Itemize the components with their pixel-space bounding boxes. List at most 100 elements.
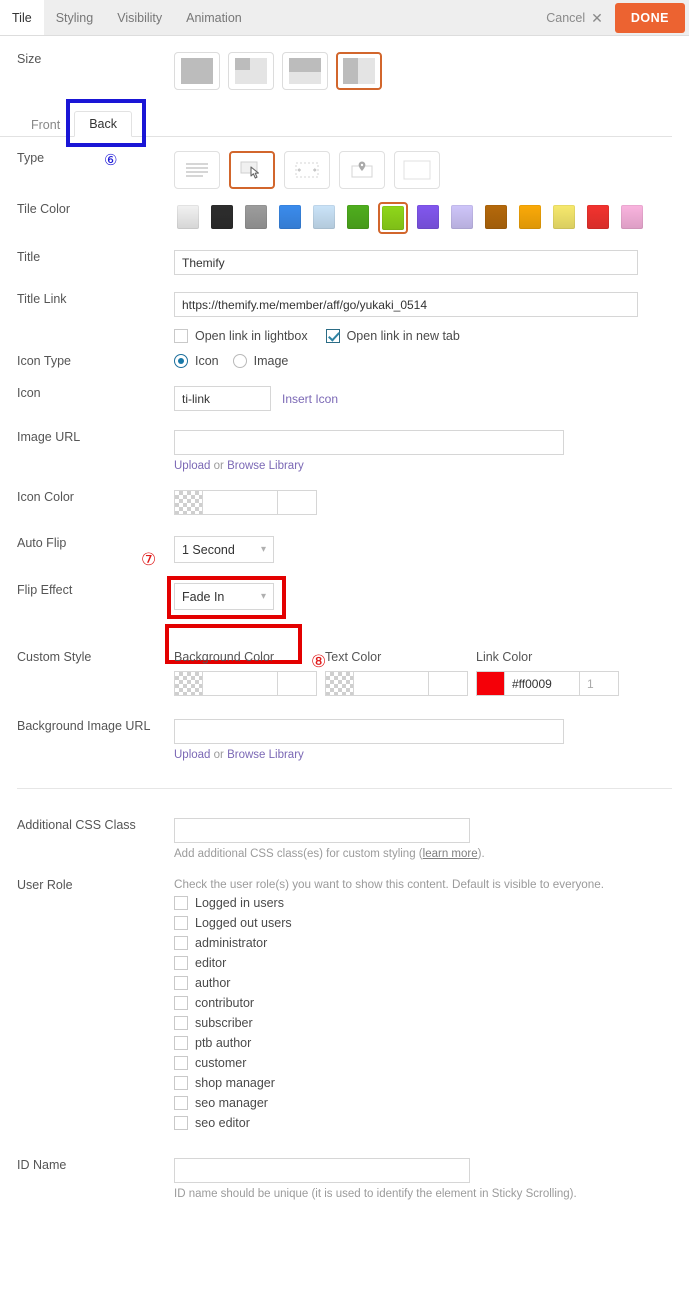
user-role-checkbox-1[interactable]	[174, 916, 188, 930]
size-option-quarter[interactable]	[228, 52, 274, 90]
open-in-new-tab-row[interactable]: Open link in new tab	[325, 329, 460, 343]
user-role-item[interactable]: customer	[174, 1056, 689, 1070]
open-in-lightbox-row[interactable]: Open link in lightbox	[174, 329, 308, 343]
icon-color-swatch[interactable]	[175, 491, 203, 514]
type-option-slider[interactable]	[284, 151, 330, 189]
icon-radio[interactable]	[174, 354, 188, 368]
tab-animation[interactable]: Animation	[174, 0, 254, 35]
user-role-checkbox-7[interactable]	[174, 1036, 188, 1050]
icon-type-option-image[interactable]: Image	[232, 354, 288, 368]
user-role-item[interactable]: contributor	[174, 996, 689, 1010]
tile-color-swatch-6[interactable]	[378, 202, 408, 234]
tile-color-swatch-9[interactable]	[482, 202, 510, 234]
face-tab-back[interactable]: Back	[74, 111, 132, 137]
background-image-url-input[interactable]	[174, 719, 564, 744]
id-name-input[interactable]	[174, 1158, 470, 1183]
cancel-button[interactable]: Cancel ✕	[534, 11, 615, 25]
user-role-checkbox-label: subscriber	[195, 1016, 253, 1030]
tab-styling[interactable]: Styling	[44, 0, 106, 35]
learn-more-link[interactable]: learn more	[423, 848, 478, 860]
user-role-item[interactable]: administrator	[174, 936, 689, 950]
browse-library-link[interactable]: Browse Library	[227, 749, 304, 761]
icon-color-hex[interactable]	[203, 491, 278, 514]
user-role-item[interactable]: editor	[174, 956, 689, 970]
type-option-button[interactable]	[229, 151, 275, 189]
link-color-picker[interactable]: #ff0009 1	[476, 671, 619, 696]
title-input[interactable]	[174, 250, 638, 275]
tile-color-swatch-5[interactable]	[344, 202, 372, 234]
type-option-text[interactable]	[174, 151, 220, 189]
tile-color-swatch-13[interactable]	[618, 202, 646, 234]
user-role-checkbox-8[interactable]	[174, 1056, 188, 1070]
user-role-item[interactable]: ptb author	[174, 1036, 689, 1050]
tile-color-swatch-0[interactable]	[174, 202, 202, 234]
link-color-hex[interactable]: #ff0009	[505, 672, 580, 695]
size-option-full[interactable]	[174, 52, 220, 90]
user-role-item[interactable]: seo manager	[174, 1096, 689, 1110]
icon-color-opacity[interactable]	[278, 491, 316, 514]
open-in-new-tab-label: Open link in new tab	[346, 329, 460, 343]
user-role-checkbox-5[interactable]	[174, 996, 188, 1010]
user-role-checkbox-4[interactable]	[174, 976, 188, 990]
text-color-swatch[interactable]	[326, 672, 354, 695]
upload-link[interactable]: Upload	[174, 460, 210, 472]
background-color-opacity[interactable]	[278, 672, 316, 695]
close-x-icon[interactable]: ✕	[591, 11, 603, 25]
user-role-checkbox-11[interactable]	[174, 1116, 188, 1130]
open-in-new-tab-checkbox[interactable]	[325, 329, 340, 343]
tile-color-swatch-1[interactable]	[208, 202, 236, 234]
size-option-half-vertical[interactable]	[336, 52, 382, 90]
background-color-picker[interactable]	[174, 671, 317, 696]
title-link-input[interactable]	[174, 292, 638, 317]
tab-tile[interactable]: Tile	[0, 0, 44, 35]
link-color-opacity[interactable]: 1	[580, 672, 618, 695]
tile-color-chip	[485, 205, 507, 229]
auto-flip-select[interactable]: 1 Second ▾	[174, 536, 274, 563]
user-role-checkbox-9[interactable]	[174, 1076, 188, 1090]
browse-library-link[interactable]: Browse Library	[227, 460, 304, 472]
user-role-checkbox-3[interactable]	[174, 956, 188, 970]
icon-type-option-icon[interactable]: Icon	[174, 354, 219, 368]
text-color-picker[interactable]	[325, 671, 468, 696]
image-radio[interactable]	[232, 354, 247, 368]
tile-color-swatch-2[interactable]	[242, 202, 270, 234]
background-color-hex[interactable]	[203, 672, 278, 695]
text-color-hex[interactable]	[354, 672, 429, 695]
image-url-input[interactable]	[174, 430, 564, 455]
user-role-checkbox-10[interactable]	[174, 1096, 188, 1110]
user-role-item[interactable]: Logged in users	[174, 896, 689, 910]
user-role-checkbox-2[interactable]	[174, 936, 188, 950]
open-in-lightbox-checkbox[interactable]	[174, 329, 188, 343]
tile-color-swatch-8[interactable]	[448, 202, 476, 234]
additional-css-input[interactable]	[174, 818, 470, 843]
user-role-item[interactable]: shop manager	[174, 1076, 689, 1090]
text-color-opacity[interactable]	[429, 672, 467, 695]
insert-icon-link[interactable]: Insert Icon	[282, 392, 338, 406]
type-option-blank[interactable]	[394, 151, 440, 189]
background-color-swatch[interactable]	[175, 672, 203, 695]
tile-color-swatch-12[interactable]	[584, 202, 612, 234]
tile-color-swatch-4[interactable]	[310, 202, 338, 234]
face-tab-front[interactable]: Front	[17, 113, 74, 137]
tile-color-swatch-11[interactable]	[550, 202, 578, 234]
type-option-map[interactable]	[339, 151, 385, 189]
user-role-item[interactable]: seo editor	[174, 1116, 689, 1130]
tab-visibility[interactable]: Visibility	[105, 0, 174, 35]
user-role-item[interactable]: Logged out users	[174, 916, 689, 930]
done-button[interactable]: DONE	[614, 2, 685, 33]
tile-color-chip	[519, 205, 541, 229]
icon-color-picker[interactable]	[174, 490, 317, 515]
user-role-checkbox-0[interactable]	[174, 896, 188, 910]
flip-effect-select[interactable]: Fade In ▾	[174, 583, 274, 610]
user-role-checkbox-6[interactable]	[174, 1016, 188, 1030]
upload-link[interactable]: Upload	[174, 749, 210, 761]
user-role-item[interactable]: subscriber	[174, 1016, 689, 1030]
full-block-icon	[181, 58, 213, 84]
icon-input[interactable]	[174, 386, 271, 411]
tile-color-swatch-10[interactable]	[516, 202, 544, 234]
tile-color-swatch-7[interactable]	[414, 202, 442, 234]
size-option-half-horizontal[interactable]	[282, 52, 328, 90]
link-color-swatch[interactable]	[477, 672, 505, 695]
tile-color-swatch-3[interactable]	[276, 202, 304, 234]
user-role-item[interactable]: author	[174, 976, 689, 990]
